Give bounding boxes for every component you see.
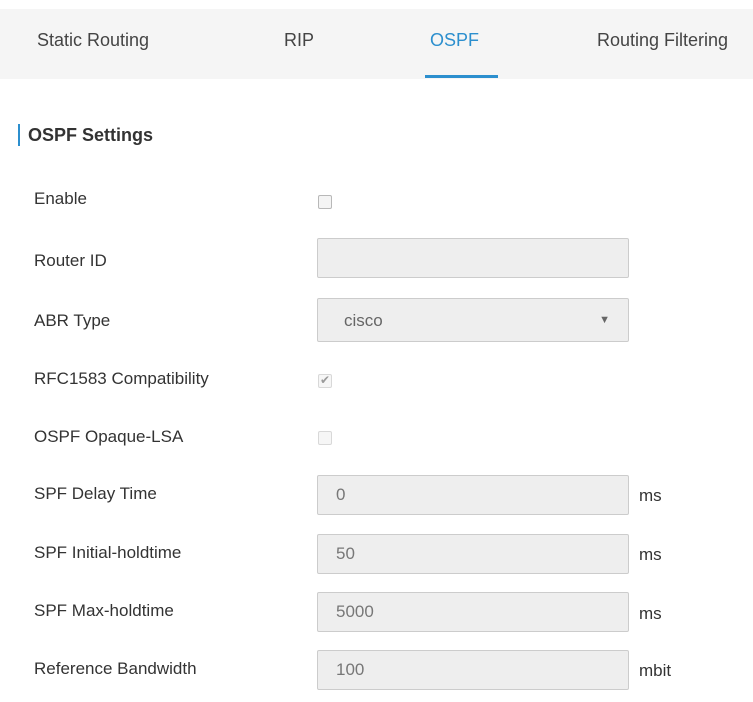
abr-type-value: cisco	[344, 311, 383, 330]
rfc1583-checkbox[interactable]: ✔	[318, 373, 332, 388]
spf-max-unit: ms	[639, 604, 662, 623]
ref-bandwidth-label: Reference Bandwidth	[34, 659, 197, 678]
ref-bandwidth-input[interactable]	[317, 650, 629, 690]
spf-max-input[interactable]	[317, 592, 629, 632]
router-id-label: Router ID	[34, 251, 107, 270]
spf-delay-input[interactable]	[317, 475, 629, 515]
tab-bar: Static Routing RIP OSPF Routing Filterin…	[0, 9, 753, 79]
ref-bandwidth-unit: mbit	[639, 661, 672, 680]
section-header: OSPF Settings	[18, 123, 153, 147]
caret-down-icon: ▼	[599, 314, 610, 326]
enable-label: Enable	[34, 189, 87, 208]
checkmark-icon: ✔	[320, 373, 331, 387]
abr-type-select[interactable]: cisco ▼	[317, 298, 629, 342]
tab-routing-filtering[interactable]: Routing Filtering	[597, 9, 728, 79]
section-marker	[18, 124, 20, 146]
enable-checkbox[interactable]	[318, 195, 332, 209]
opaque-lsa-label: OSPF Opaque-LSA	[34, 427, 184, 446]
section-title: OSPF Settings	[28, 124, 154, 145]
router-id-input[interactable]	[317, 238, 629, 278]
spf-initial-unit: ms	[639, 545, 662, 564]
abr-type-label: ABR Type	[34, 311, 111, 330]
tab-ospf[interactable]: OSPF	[430, 9, 479, 79]
spf-initial-label: SPF Initial-holdtime	[34, 543, 182, 562]
spf-initial-input[interactable]	[317, 534, 629, 574]
tab-rip[interactable]: RIP	[284, 9, 314, 79]
rfc1583-label: RFC1583 Compatibility	[34, 369, 209, 388]
spf-delay-label: SPF Delay Time	[34, 484, 157, 503]
spf-delay-unit: ms	[639, 486, 662, 505]
active-tab-indicator	[425, 75, 498, 78]
spf-max-label: SPF Max-holdtime	[34, 601, 174, 620]
tab-static-routing[interactable]: Static Routing	[37, 9, 149, 79]
opaque-lsa-checkbox[interactable]	[318, 431, 332, 445]
